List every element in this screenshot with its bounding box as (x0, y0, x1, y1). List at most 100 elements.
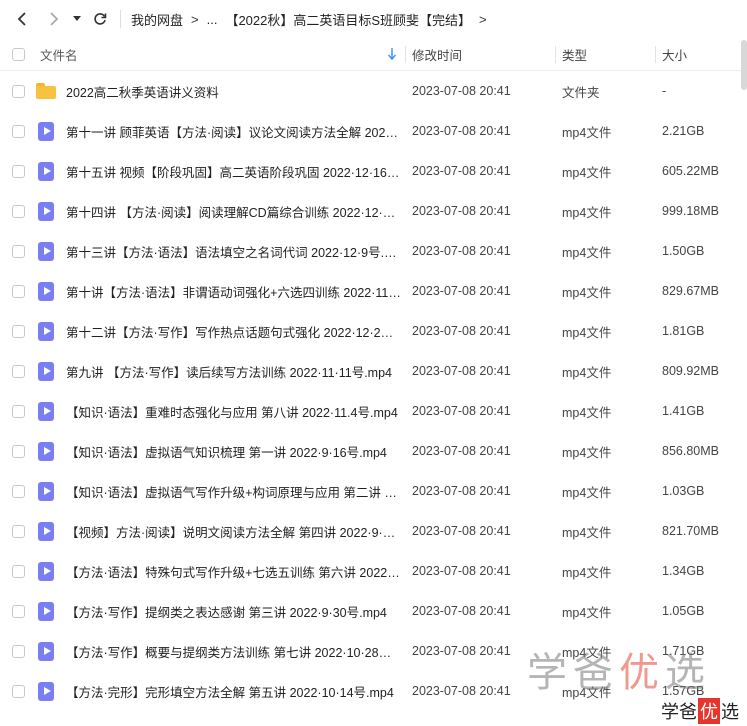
row-checkbox-cell (0, 124, 34, 138)
scrollbar[interactable] (741, 40, 747, 90)
row-checkbox[interactable] (11, 204, 25, 218)
file-name-cell[interactable]: 【方法·写作】提纲类之表达感谢 第三讲 2022·9·30号.mp4 (34, 601, 406, 621)
row-checkbox-cell (0, 404, 34, 418)
header-time-label: 修改时间 (412, 48, 463, 63)
file-icon (36, 441, 56, 461)
file-type: mp4文件 (562, 165, 612, 180)
file-row[interactable]: 第十二讲【方法·写作】写作热点话题句式强化 2022·12·2号.mp4 2023… (0, 311, 747, 351)
file-icon (36, 561, 56, 581)
row-checkbox[interactable] (11, 644, 25, 658)
file-name[interactable]: 第九讲 【方法·写作】读后续写方法训练 2022·11·11号.mp4 (66, 362, 392, 381)
file-name[interactable]: 第十一讲 顾菲英语【方法·阅读】议论文阅读方法全解 2022·12·23号.mp… (66, 122, 402, 141)
header-size[interactable]: 大小 (656, 38, 747, 70)
row-checkbox[interactable] (11, 524, 25, 538)
file-row[interactable]: 第十三讲【方法·语法】语法填空之名词代词 2022·12·9号.mp4 2023-… (0, 231, 747, 271)
file-time: 2023-07-08 20:41 (412, 84, 511, 98)
file-size: 821.70MB (662, 524, 719, 538)
file-name[interactable]: 第十三讲【方法·语法】语法填空之名词代词 2022·12·9号.mp4 (66, 242, 402, 261)
header-name[interactable]: 文件名 (34, 38, 406, 70)
breadcrumb-root[interactable]: 我的网盘 (131, 10, 183, 29)
row-checkbox[interactable] (11, 564, 25, 578)
refresh-button[interactable] (86, 5, 114, 33)
video-file-icon (38, 441, 54, 461)
header-time[interactable]: 修改时间 (406, 38, 556, 70)
file-name-cell[interactable]: 第十三讲【方法·语法】语法填空之名词代词 2022·12·9号.mp4 (34, 241, 406, 261)
header-type[interactable]: 类型 (556, 38, 656, 70)
file-time: 2023-07-08 20:41 (412, 484, 511, 498)
file-name[interactable]: 【知识·语法】虚拟语气写作升级+构词原理与应用 第二讲 2022·9·23号.m… (66, 482, 402, 501)
file-name-cell[interactable]: 第十讲【方法·语法】非谓语动词强化+六选四训练 2022·11·25号.mp4 (34, 281, 406, 301)
breadcrumb-current[interactable]: 【2022秋】高二英语目标S班顾斐【完结】 (225, 10, 471, 29)
file-icon (36, 601, 56, 621)
file-row[interactable]: 【知识·语法】虚拟语气写作升级+构词原理与应用 第二讲 2022·9·23号.m… (0, 471, 747, 511)
forward-button[interactable] (40, 5, 68, 33)
file-size: 1.41GB (662, 404, 705, 418)
file-name[interactable]: 【知识·语法】虚拟语气知识梳理 第一讲 2022·9·16号.mp4 (66, 442, 387, 461)
file-name[interactable]: 第十四讲 【方法·阅读】阅读理解CD篇综合训练 2022·12·16号.mp4 (66, 202, 402, 221)
row-checkbox[interactable] (11, 244, 25, 258)
back-button[interactable] (8, 5, 36, 33)
video-file-icon (38, 361, 54, 381)
file-name[interactable]: 【视频】方法·阅读】说明文阅读方法全解 第四讲 2022·9·30号.mp4 (66, 522, 402, 541)
file-row[interactable]: 【方法·写作】提纲类之表达感谢 第三讲 2022·9·30号.mp4 2023-0… (0, 591, 747, 631)
file-name-cell[interactable]: 第十四讲 【方法·阅读】阅读理解CD篇综合训练 2022·12·16号.mp4 (34, 201, 406, 221)
sort-down-arrow-icon[interactable] (388, 48, 396, 60)
file-name-cell[interactable]: 【方法·完形】完形填空方法全解 第五讲 2022·10·14号.mp4 (34, 681, 406, 701)
row-checkbox[interactable] (11, 84, 25, 98)
video-file-icon (38, 481, 54, 501)
row-checkbox[interactable] (11, 604, 25, 618)
file-name-cell[interactable]: 【方法·写作】概要与提纲类方法训练 第七讲 2022·10·28号 .mp4 (34, 641, 406, 661)
file-name[interactable]: 【方法·写作】概要与提纲类方法训练 第七讲 2022·10·28号 .mp4 (66, 642, 402, 661)
file-row[interactable]: 【方法·语法】特殊句式写作升级+七选五训练 第六讲 2022·10·21号.mp… (0, 551, 747, 591)
file-name[interactable]: 【方法·写作】提纲类之表达感谢 第三讲 2022·9·30号.mp4 (66, 602, 387, 621)
file-name-cell[interactable]: 【视频】方法·阅读】说明文阅读方法全解 第四讲 2022·9·30号.mp4 (34, 521, 406, 541)
file-row[interactable]: 第十一讲 顾菲英语【方法·阅读】议论文阅读方法全解 2022·12·23号.mp… (0, 111, 747, 151)
file-name-cell[interactable]: 第九讲 【方法·写作】读后续写方法训练 2022·11·11号.mp4 (34, 361, 406, 381)
file-row[interactable]: 第十讲【方法·语法】非谓语动词强化+六选四训练 2022·11·25号.mp4 2… (0, 271, 747, 311)
header-checkbox-cell (0, 38, 34, 70)
file-name-cell[interactable]: 第十二讲【方法·写作】写作热点话题句式强化 2022·12·2号.mp4 (34, 321, 406, 341)
file-name-cell[interactable]: 第十五讲 视频【阶段巩固】高二英语阶段巩固 2022·12·16号.mp4 (34, 161, 406, 181)
file-time: 2023-07-08 20:41 (412, 284, 511, 298)
row-checkbox[interactable] (11, 484, 25, 498)
breadcrumb-ellipsis[interactable]: ... (207, 12, 218, 27)
file-name-cell[interactable]: 【知识·语法】虚拟语气写作升级+构词原理与应用 第二讲 2022·9·23号.m… (34, 481, 406, 501)
file-name-cell[interactable]: 【方法·语法】特殊句式写作升级+七选五训练 第六讲 2022·10·21号.mp… (34, 561, 406, 581)
file-name-cell[interactable]: 第十一讲 顾菲英语【方法·阅读】议论文阅读方法全解 2022·12·23号.mp… (34, 121, 406, 141)
file-name-cell[interactable]: 【知识·语法】虚拟语气知识梳理 第一讲 2022·9·16号.mp4 (34, 441, 406, 461)
file-name[interactable]: 第十五讲 视频【阶段巩固】高二英语阶段巩固 2022·12·16号.mp4 (66, 162, 402, 181)
row-checkbox[interactable] (11, 684, 25, 698)
row-checkbox[interactable] (11, 164, 25, 178)
row-checkbox-cell (0, 364, 34, 378)
row-checkbox[interactable] (11, 404, 25, 418)
file-name[interactable]: 【方法·语法】特殊句式写作升级+七选五训练 第六讲 2022·10·21号.mp… (66, 562, 402, 581)
row-checkbox[interactable] (11, 324, 25, 338)
row-checkbox[interactable] (11, 124, 25, 138)
history-dropdown-button[interactable] (68, 5, 86, 33)
file-row[interactable]: 第十四讲 【方法·阅读】阅读理解CD篇综合训练 2022·12·16号.mp4 2… (0, 191, 747, 231)
file-icon (36, 241, 56, 261)
file-icon (36, 401, 56, 421)
file-name[interactable]: 第十讲【方法·语法】非谓语动词强化+六选四训练 2022·11·25号.mp4 (66, 282, 402, 301)
file-row[interactable]: 【知识·语法】虚拟语气知识梳理 第一讲 2022·9·16号.mp4 2023-0… (0, 431, 747, 471)
video-file-icon (38, 161, 54, 181)
watermark-char: 优 (619, 650, 659, 696)
file-name[interactable]: 第十二讲【方法·写作】写作热点话题句式强化 2022·12·2号.mp4 (66, 322, 402, 341)
file-row[interactable]: 第九讲 【方法·写作】读后续写方法训练 2022·11·11号.mp4 2023-… (0, 351, 747, 391)
file-type: mp4文件 (562, 445, 612, 460)
file-name-cell[interactable]: 2022高二秋季英语讲义资料 (34, 81, 406, 101)
row-checkbox-cell (0, 524, 34, 538)
row-checkbox[interactable] (11, 444, 25, 458)
row-checkbox[interactable] (11, 284, 25, 298)
file-row[interactable]: 第十五讲 视频【阶段巩固】高二英语阶段巩固 2022·12·16号.mp4 202… (0, 151, 747, 191)
file-name[interactable]: 【知识·语法】重难时态强化与应用 第八讲 2022·11.4号.mp4 (66, 402, 398, 421)
file-type: mp4文件 (562, 605, 612, 620)
file-name[interactable]: 2022高二秋季英语讲义资料 (66, 82, 219, 101)
file-row[interactable]: 【视频】方法·阅读】说明文阅读方法全解 第四讲 2022·9·30号.mp4 20… (0, 511, 747, 551)
file-row[interactable]: 2022高二秋季英语讲义资料 2023-07-08 20:41 文件夹 - (0, 71, 747, 111)
file-name-cell[interactable]: 【知识·语法】重难时态强化与应用 第八讲 2022·11.4号.mp4 (34, 401, 406, 421)
select-all-checkbox[interactable] (11, 47, 25, 61)
file-name[interactable]: 【方法·完形】完形填空方法全解 第五讲 2022·10·14号.mp4 (66, 682, 394, 701)
row-checkbox[interactable] (11, 364, 25, 378)
file-row[interactable]: 【知识·语法】重难时态强化与应用 第八讲 2022·11.4号.mp4 2023-… (0, 391, 747, 431)
